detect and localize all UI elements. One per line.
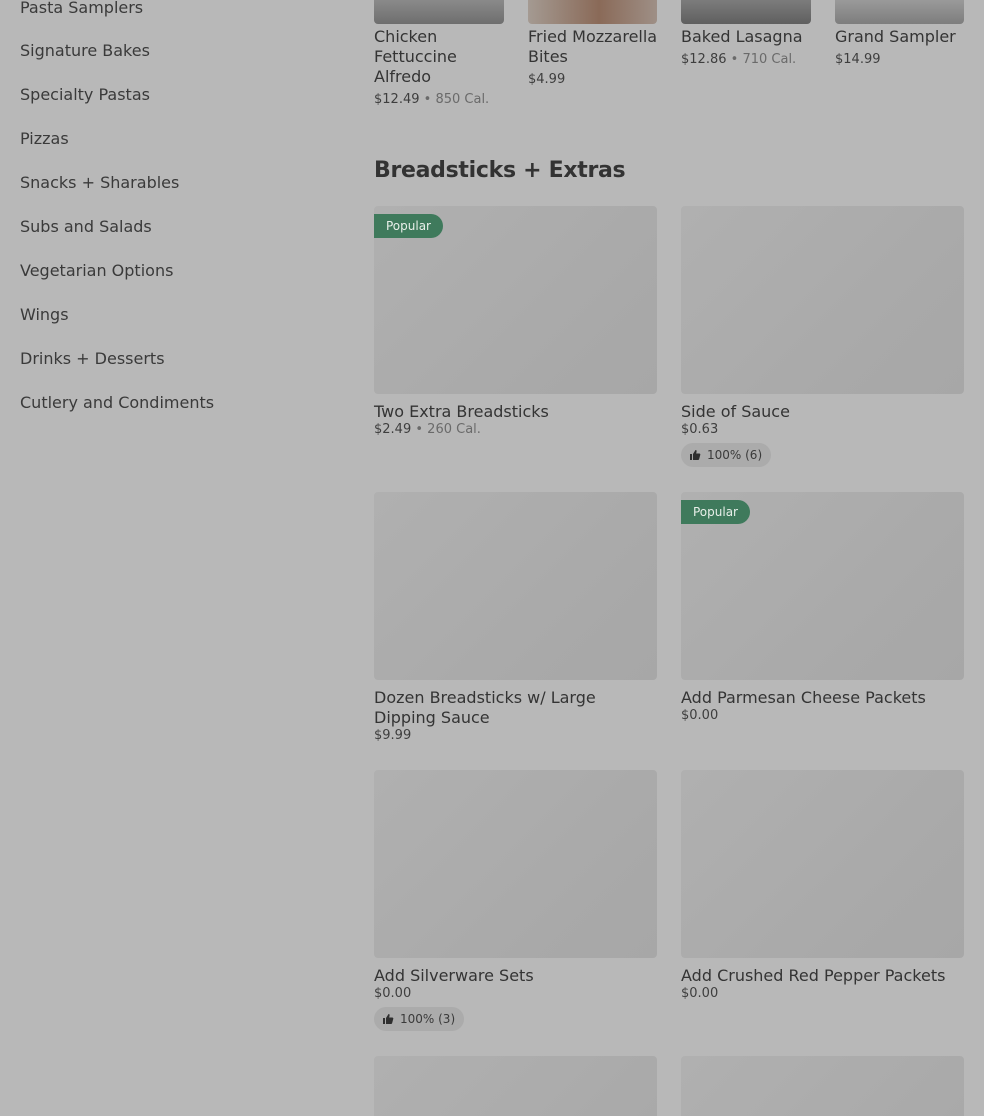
popular-badge: Popular xyxy=(374,214,443,238)
item-name: Two Extra Breadsticks xyxy=(374,402,549,421)
rating-text: 100% (3) xyxy=(400,1012,456,1026)
previous-section-items: Chicken Fettuccine Alfredo $12.49 • 850 … xyxy=(374,0,964,110)
item-price-line: $14.99 xyxy=(835,52,881,67)
sidebar-item-pizzas[interactable]: Pizzas xyxy=(20,129,69,148)
sidebar-item-wings[interactable]: Wings xyxy=(20,305,69,324)
sidebar-item-specialty-pastas[interactable]: Specialty Pastas xyxy=(20,85,150,104)
item-price-line: $2.49 • 260 Cal. xyxy=(374,422,481,437)
item-price-line: $0.00 xyxy=(374,986,411,1001)
item-image xyxy=(681,206,964,394)
item-price-line: $9.99 xyxy=(374,728,411,743)
menu-item-card[interactable]: Add Silverware Sets $0.00 100% (3) xyxy=(374,770,658,1034)
item-name: Side of Sauce xyxy=(681,402,790,421)
sidebar-item-drinks-desserts[interactable]: Drinks + Desserts xyxy=(20,349,165,368)
menu-item-card[interactable]: Side of Sauce $0.63 100% (6) xyxy=(681,206,965,470)
sidebar-item-signature-bakes[interactable]: Signature Bakes xyxy=(20,41,150,60)
item-price: $0.63 xyxy=(681,422,719,437)
item-calories: 710 Cal. xyxy=(742,52,797,67)
menu-item-card-partial[interactable] xyxy=(374,1056,657,1116)
item-name: Add Crushed Red Pepper Packets xyxy=(681,966,946,985)
item-image xyxy=(681,770,964,958)
item-name: Add Silverware Sets xyxy=(374,966,534,985)
item-image xyxy=(374,770,657,958)
item-image xyxy=(528,0,657,24)
rating-pill: 100% (3) xyxy=(374,1007,465,1031)
item-price: $12.86 xyxy=(681,52,727,67)
item-price: $2.49 xyxy=(374,422,412,437)
item-price-line: $12.49 • 850 Cal. xyxy=(374,92,489,107)
menu-item-card[interactable]: Popular Add Parmesan Cheese Packets $0.0… xyxy=(681,492,965,732)
item-price: $0.00 xyxy=(681,708,719,723)
sidebar-item-vegetarian-options[interactable]: Vegetarian Options xyxy=(20,261,173,280)
item-name: Chicken Fettuccine Alfredo xyxy=(374,27,457,86)
sidebar-item-cutlery-condiments[interactable]: Cutlery and Condiments xyxy=(20,393,214,412)
item-image xyxy=(374,0,504,24)
rating-text: 100% (6) xyxy=(707,448,763,462)
item-price-line: $0.00 xyxy=(681,708,718,723)
item-image xyxy=(681,0,811,24)
section-title: Breadsticks + Extras xyxy=(374,158,626,183)
item-price: $0.00 xyxy=(374,986,412,1001)
item-price-line: $4.99 xyxy=(528,72,565,87)
item-image xyxy=(374,492,657,680)
item-name: Baked Lasagna xyxy=(681,27,803,46)
item-name: Fried Mozzarella Bites xyxy=(528,27,658,66)
item-name: Grand Sampler xyxy=(835,27,956,46)
item-price-line: $0.00 xyxy=(681,986,718,1001)
item-price-line: $12.86 • 710 Cal. xyxy=(681,52,796,67)
item-image xyxy=(835,0,964,24)
item-price: $0.00 xyxy=(681,986,719,1001)
item-calories: 260 Cal. xyxy=(427,422,481,437)
thumbs-up-icon xyxy=(383,1014,394,1024)
item-price-line: $0.63 xyxy=(681,422,718,437)
sidebar-item-subs-salads[interactable]: Subs and Salads xyxy=(20,217,152,236)
item-price: $4.99 xyxy=(528,72,566,87)
separator-dot: • xyxy=(415,422,424,437)
item-price: $12.49 xyxy=(374,92,420,107)
separator-dot: • xyxy=(423,92,432,107)
menu-item-card-partial[interactable] xyxy=(681,1056,964,1116)
menu-item-card[interactable]: Popular Two Extra Breadsticks $2.49 • 26… xyxy=(374,206,658,446)
item-name: Dozen Breadsticks w/ Large Dipping Sauce xyxy=(374,688,596,727)
menu-item-card[interactable]: Add Crushed Red Pepper Packets $0.00 xyxy=(681,770,965,1010)
popular-badge: Popular xyxy=(681,500,750,524)
rating-pill: 100% (6) xyxy=(681,443,772,467)
separator-dot: • xyxy=(730,52,739,67)
item-price: $14.99 xyxy=(835,52,881,67)
sidebar-item-snacks-sharables[interactable]: Snacks + Sharables xyxy=(20,173,179,192)
item-price: $9.99 xyxy=(374,728,412,743)
item-calories: 850 Cal. xyxy=(435,92,490,107)
sidebar-item-pasta-samplers[interactable]: Pasta Samplers xyxy=(20,0,143,17)
menu-item-card[interactable]: Dozen Breadsticks w/ Large Dipping Sauce… xyxy=(374,492,658,752)
item-name: Add Parmesan Cheese Packets xyxy=(681,688,926,707)
thumbs-up-icon xyxy=(690,450,701,460)
